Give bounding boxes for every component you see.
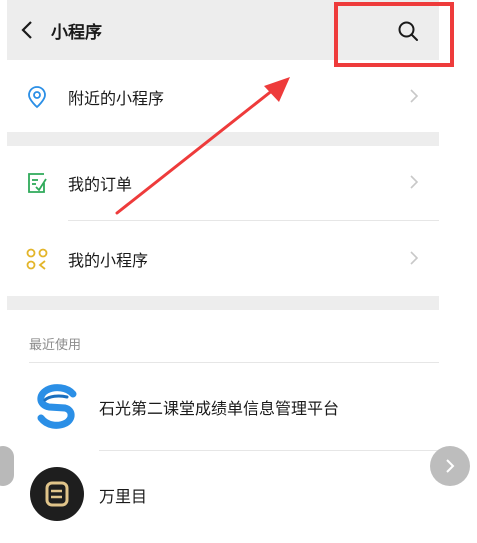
recent-section-label: 最近使用 [29,338,82,353]
nearby-label: 附近的小程序 [68,89,165,108]
phone-screen: 小程序 附近的小程序 我的订单 我的小程序 最近使用 石光第二课堂成绩单信息管理… [7,0,439,543]
my-orders-item[interactable]: 我的订单 [7,146,439,220]
page-title: 小程序 [51,23,102,43]
chevron-right-icon [410,175,419,189]
black-circle-logo-icon [30,467,84,521]
recent-group: 最近使用 石光第二课堂成绩单信息管理平台 万里目 [7,310,439,543]
my-mini-programs-label: 我的小程序 [68,251,149,270]
divider [99,450,439,451]
divider [68,220,439,221]
divider [29,362,439,363]
my-group: 我的订单 我的小程序 [7,146,439,296]
my-orders-label: 我的订单 [68,175,133,194]
checklist-icon [28,173,47,193]
recent-app-item[interactable]: 石光第二课堂成绩单信息管理平台 [7,364,439,450]
chevron-left-icon[interactable] [19,20,35,40]
nearby-mini-programs-item[interactable]: 附近的小程序 [7,60,439,132]
next-image-button[interactable] [430,446,470,486]
previous-image-button[interactable] [0,446,14,486]
app-name: 石光第二课堂成绩单信息管理平台 [99,399,340,418]
location-pin-icon [28,86,46,109]
apps-grid-icon [26,248,48,270]
recent-app-item[interactable]: 万里目 [7,452,439,538]
blue-s-logo-icon [30,379,84,433]
chevron-right-icon [410,89,419,103]
chevron-right-icon [446,459,455,473]
annotation-highlight-box [334,2,454,67]
chevron-right-icon [410,251,419,265]
app-name: 万里目 [99,487,148,506]
my-mini-programs-item[interactable]: 我的小程序 [7,222,439,296]
nearby-group: 附近的小程序 [7,60,439,132]
